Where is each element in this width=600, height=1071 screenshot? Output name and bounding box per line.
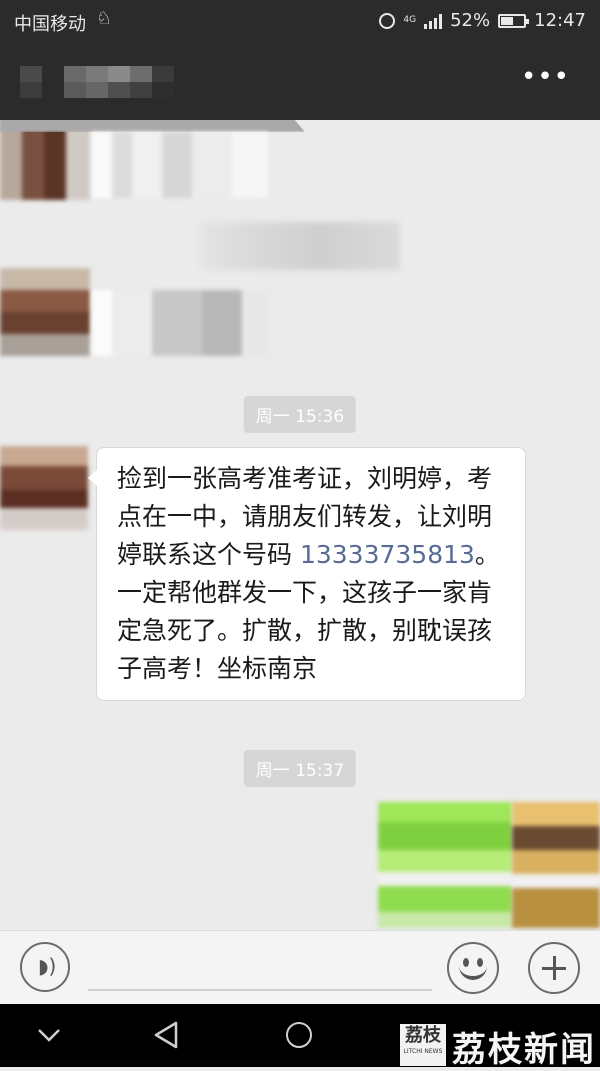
logo-text: 荔枝	[405, 1025, 441, 1046]
pixelated-message	[92, 290, 268, 356]
carrier-label: 中国移动	[14, 14, 86, 35]
pixelated-avatar	[0, 120, 90, 200]
timestamp: 周一 15:36	[243, 396, 357, 433]
triangle-back-icon[interactable]	[152, 1020, 182, 1050]
circle-home-icon[interactable]	[286, 1022, 312, 1048]
battery-icon	[498, 13, 530, 28]
chevron-down-icon[interactable]	[36, 1022, 62, 1048]
network-type-label: 4G	[403, 15, 417, 25]
qq-icon: ♘	[96, 8, 113, 29]
pixelated-avatar	[0, 268, 90, 356]
received-message-bubble[interactable]: 捡到一张高考准考证，刘明婷，考点在一中，请朋友们转发，让刘明婷联系这个号码 13…	[88, 447, 526, 701]
system-nav-bar: 荔枝 LITCHI NEWS 荔枝新闻	[0, 1004, 600, 1070]
status-icons: 4G 52% 12:47	[379, 10, 586, 31]
logo-subtext: LITCHI NEWS	[403, 1048, 443, 1055]
more-icon: •••	[520, 62, 570, 92]
emoji-button[interactable]	[447, 942, 499, 994]
pixelated-message	[0, 120, 305, 132]
clock: 12:47	[534, 10, 586, 31]
pixelated-chat-title	[20, 66, 174, 98]
input-bar: ◗)	[0, 930, 600, 1005]
chat-area[interactable]: 周一 15:36 捡到一张高考准考证，刘明婷，考点在一中，请朋友们转发，让刘明婷…	[0, 120, 600, 930]
more-functions-button[interactable]	[528, 942, 580, 994]
emoji-icon-mouth	[459, 966, 487, 980]
watermark-text: 荔枝新闻	[452, 1030, 596, 1070]
alarm-icon	[379, 12, 396, 29]
pixelated-message	[92, 132, 268, 198]
battery-percent: 52%	[450, 10, 491, 31]
timestamp: 周一 15:37	[243, 750, 357, 787]
pixelated-system-notice	[200, 222, 400, 270]
voice-icon: ◗)	[38, 954, 57, 978]
status-bar: 中国移动 ♘ 4G 52% 12:47	[0, 0, 600, 42]
phone-number-link[interactable]: 13333735813	[300, 540, 475, 569]
voice-input-button[interactable]: ◗)	[20, 942, 70, 992]
sender-avatar[interactable]	[0, 446, 88, 530]
pixelated-own-avatar	[512, 802, 600, 928]
message-input[interactable]	[88, 989, 432, 991]
plus-icon-vertical	[553, 956, 556, 980]
pixelated-sent-message	[378, 802, 512, 928]
more-options-button[interactable]: •••	[521, 62, 570, 92]
chat-title-bar: •••	[0, 42, 600, 120]
litchi-logo: 荔枝 LITCHI NEWS	[400, 1024, 446, 1066]
signal-icon	[424, 13, 443, 29]
